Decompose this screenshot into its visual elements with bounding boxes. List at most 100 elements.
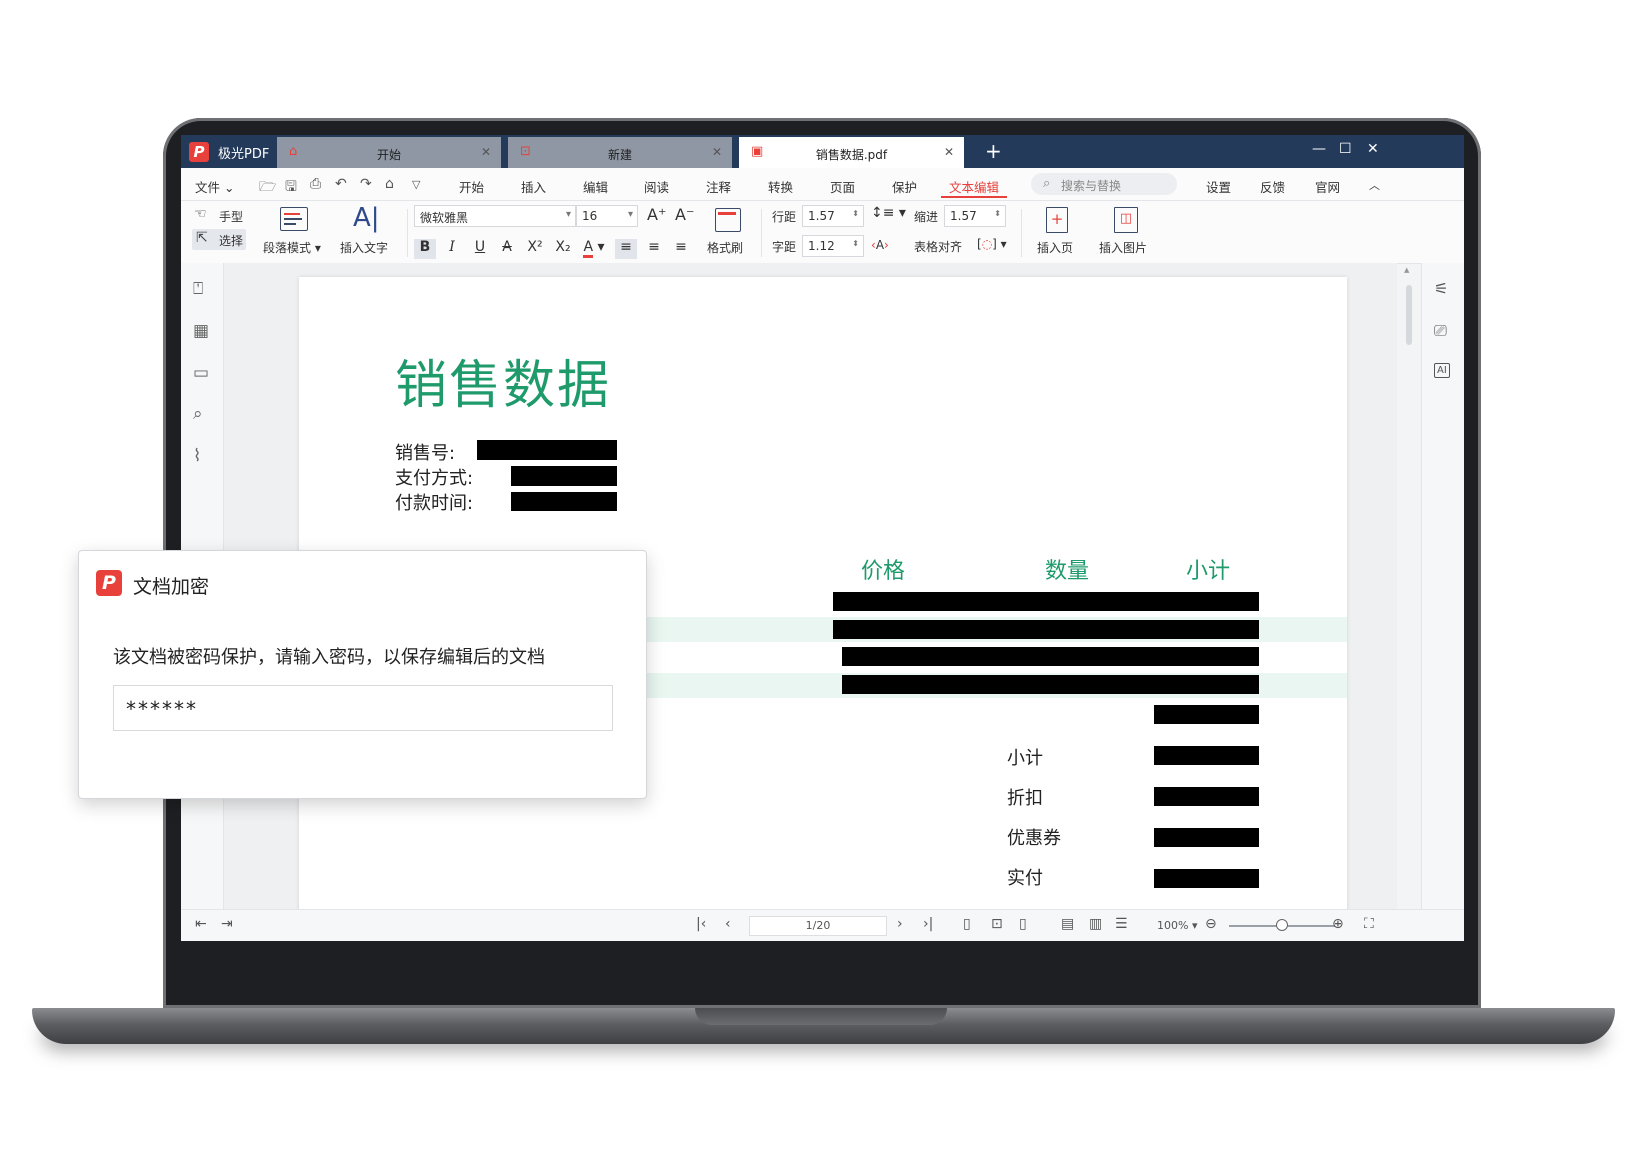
fullscreen-icon[interactable]: ⛶	[1364, 916, 1374, 932]
tab-home[interactable]: ⌂ 开始 ✕	[277, 137, 501, 168]
increase-font-icon[interactable]: A⁺	[647, 205, 666, 224]
column-header-quantity[interactable]: 数量	[1045, 553, 1089, 585]
hand-tool[interactable]: ☜ 手型	[194, 206, 248, 226]
strikethrough-icon[interactable]: A	[496, 239, 518, 259]
insert-image-button[interactable]: ◫ 插入图片	[1095, 205, 1155, 259]
attachment-icon[interactable]: ⌇	[193, 446, 201, 466]
zoom-in-icon[interactable]: ⊕	[1332, 916, 1344, 932]
vertical-scrollbar-thumb[interactable]	[1406, 285, 1412, 345]
underline-icon[interactable]: U	[469, 239, 491, 259]
menu-edit[interactable]: 编辑	[583, 177, 608, 196]
continuous-scroll-icon[interactable]: ☰	[1115, 916, 1128, 932]
menu-feedback[interactable]: 反馈	[1260, 177, 1285, 196]
summary-paid-label[interactable]: 实付	[1007, 864, 1043, 890]
summary-subtotal-label[interactable]: 小计	[1007, 744, 1043, 770]
first-page-icon[interactable]: |‹	[696, 916, 706, 932]
font-family-select[interactable]: 微软雅黑 ▾	[414, 205, 576, 227]
align-left-icon[interactable]: ≡	[615, 239, 637, 259]
decrease-font-icon[interactable]: A⁻	[675, 205, 694, 224]
bookmark-icon[interactable]: ⍞	[193, 279, 203, 299]
menu-start[interactable]: 开始	[459, 177, 484, 196]
thumbnails-icon[interactable]: ▦	[193, 321, 209, 341]
line-spacing-icon[interactable]: ↕≡ ▾	[871, 205, 906, 221]
properties-sliders-icon[interactable]: ⚟	[1434, 279, 1448, 298]
align-right-icon[interactable]: ≡	[670, 239, 692, 259]
payment-method-label[interactable]: 支付方式:	[395, 464, 473, 490]
fit-width-icon[interactable]: ▯	[1019, 916, 1027, 932]
align-center-icon[interactable]: ≡	[643, 239, 665, 259]
translate-chat-icon[interactable]: ⎚	[1434, 321, 1447, 341]
single-page-icon[interactable]: ▤	[1061, 916, 1074, 932]
fit-page-icon[interactable]: ⊡	[991, 916, 1003, 932]
zoom-out-icon[interactable]: ⊖	[1205, 916, 1217, 932]
italic-icon[interactable]: I	[441, 239, 463, 259]
export-page-icon[interactable]: ⇥	[221, 916, 233, 932]
tab-close-icon[interactable]: ✕	[944, 145, 954, 159]
actual-size-icon[interactable]: ▯	[963, 916, 971, 932]
summary-coupon-label[interactable]: 优惠券	[1007, 824, 1061, 850]
save-icon[interactable]: 🖫	[285, 176, 297, 200]
menu-text-edit[interactable]: 文本编辑	[949, 177, 999, 196]
paragraph-mode-button[interactable]: 段落模式 ▾	[263, 205, 329, 259]
summary-discount-label[interactable]: 折扣	[1007, 784, 1043, 810]
subscript-icon[interactable]: X₂	[552, 239, 574, 259]
menu-website[interactable]: 官网	[1315, 177, 1340, 196]
column-header-price[interactable]: 价格	[861, 553, 905, 585]
format-painter-button[interactable]: 格式刷	[705, 205, 751, 259]
insert-page-button[interactable]: + 插入页	[1033, 205, 1083, 259]
double-page-icon[interactable]: ▥	[1089, 916, 1102, 932]
char-spacing-input[interactable]: 1.12 ⬍	[802, 235, 864, 257]
tab-close-icon[interactable]: ✕	[481, 145, 491, 159]
minimize-icon[interactable]: —	[1312, 141, 1326, 157]
redo-icon[interactable]: ↷	[360, 176, 372, 192]
menu-protect[interactable]: 保护	[892, 177, 917, 196]
tab-close-icon[interactable]: ✕	[712, 145, 722, 159]
line-spacing-input[interactable]: 1.57 ⬍	[802, 205, 864, 227]
open-icon[interactable]: 🗁	[259, 176, 276, 200]
document-title[interactable]: 销售数据	[395, 343, 611, 418]
search-replace-input[interactable]: ⌕ 搜索与替换	[1031, 173, 1177, 195]
menu-convert[interactable]: 转换	[768, 177, 793, 196]
table-align-icon[interactable]: [◌] ▾	[977, 237, 1007, 251]
next-page-icon[interactable]: ›	[897, 916, 903, 932]
payment-time-label[interactable]: 付款时间:	[395, 489, 473, 515]
last-page-icon[interactable]: ›|	[923, 916, 933, 932]
file-menu[interactable]: 文件 ⌄	[195, 177, 234, 196]
indent-input[interactable]: 1.57 ⬍	[944, 205, 1006, 227]
char-spacing-icon[interactable]: ‹A›	[871, 238, 889, 252]
password-field[interactable]: ******	[113, 685, 613, 731]
font-size-select[interactable]: 16 ▾	[576, 205, 638, 227]
bold-icon[interactable]: B	[414, 239, 436, 259]
select-tool[interactable]: ⇱ 选择	[192, 229, 246, 250]
menu-settings[interactable]: 设置	[1206, 177, 1231, 196]
exit-fullscreen-icon[interactable]: ⇤	[195, 916, 207, 932]
search-icon[interactable]: ⌕	[193, 404, 203, 424]
undo-icon[interactable]: ↶	[335, 176, 347, 192]
quick-access-dropdown-icon[interactable]: ▽	[412, 178, 420, 191]
scroll-up-icon[interactable]: ▲	[1404, 266, 1409, 274]
app-brand[interactable]: P 极光PDF	[189, 140, 269, 164]
page-number-input[interactable]: 1/20	[749, 916, 887, 936]
maximize-icon[interactable]: ☐	[1339, 141, 1352, 157]
menu-read[interactable]: 阅读	[644, 177, 669, 196]
home-shortcut-icon[interactable]: ⌂	[385, 176, 394, 192]
ai-assistant-icon[interactable]: AI	[1434, 363, 1450, 378]
comment-icon[interactable]: ▭	[193, 363, 209, 383]
insert-text-button[interactable]: A| 插入文字	[339, 203, 391, 259]
superscript-icon[interactable]: X²	[524, 239, 546, 259]
menu-insert[interactable]: 插入	[521, 177, 546, 196]
add-tab-button[interactable]: +	[985, 139, 1002, 163]
print-icon[interactable]: ⎙	[310, 176, 321, 192]
prev-page-icon[interactable]: ‹	[725, 916, 731, 932]
font-color-icon[interactable]: A ▾	[579, 239, 609, 259]
zoom-select[interactable]: 100% ▾	[1157, 919, 1197, 932]
column-header-subtotal[interactable]: 小计	[1186, 553, 1230, 585]
sales-number-label[interactable]: 销售号:	[395, 439, 455, 465]
tab-sales-data[interactable]: ▣ 销售数据.pdf ✕	[739, 137, 964, 168]
menu-annotate[interactable]: 注释	[706, 177, 731, 196]
tab-new[interactable]: ⊡ 新建 ✕	[508, 137, 732, 168]
menu-page[interactable]: 页面	[830, 177, 855, 196]
close-icon[interactable]: ✕	[1367, 141, 1379, 157]
zoom-slider-thumb[interactable]	[1276, 919, 1288, 931]
collapse-ribbon-icon[interactable]: ︿	[1369, 177, 1380, 193]
